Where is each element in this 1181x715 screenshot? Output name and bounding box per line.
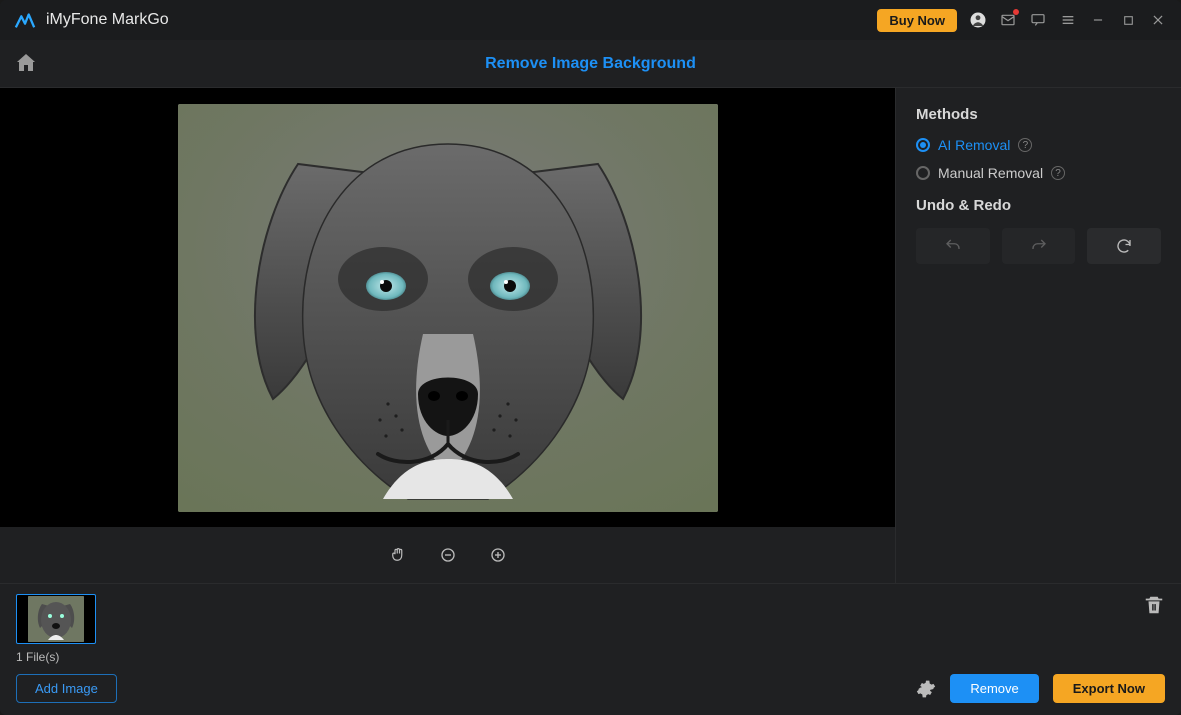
add-image-button[interactable]: Add Image [16,674,117,703]
mail-icon[interactable] [999,11,1017,29]
method-ai-removal[interactable]: AI Removal ? [916,137,1161,153]
header: Remove Image Background [0,40,1181,88]
home-icon[interactable] [14,51,40,77]
page-title: Remove Image Background [485,55,696,73]
minimize-icon[interactable] [1089,11,1107,29]
canvas-panel [0,88,896,583]
image-preview [178,104,718,512]
close-icon[interactable] [1149,11,1167,29]
titlebar: iMyFone MarkGo Buy Now [0,0,1181,40]
account-icon[interactable] [969,11,987,29]
pan-hand-icon[interactable] [388,545,408,565]
method-manual-removal[interactable]: Manual Removal ? [916,165,1161,181]
radio-unselected-icon [916,166,930,180]
delete-icon[interactable] [1143,594,1165,616]
redo-button[interactable] [1002,228,1076,264]
feedback-icon[interactable] [1029,11,1047,29]
undo-redo-heading: Undo & Redo [916,197,1161,214]
viewer-tools [0,527,895,583]
zoom-in-icon[interactable] [488,545,508,565]
sidebar: Methods AI Removal ? Manual Removal ? Un… [896,88,1181,583]
zoom-out-icon[interactable] [438,545,458,565]
remove-button[interactable]: Remove [950,674,1038,703]
menu-icon[interactable] [1059,11,1077,29]
reset-button[interactable] [1087,228,1161,264]
settings-icon[interactable] [916,679,936,699]
thumbnail-item[interactable] [16,594,96,644]
app-logo-icon [14,9,36,31]
maximize-icon[interactable] [1119,11,1137,29]
help-icon[interactable]: ? [1018,138,1032,152]
method-label: AI Removal [938,137,1010,153]
buy-now-button[interactable]: Buy Now [877,9,957,32]
methods-heading: Methods [916,106,1161,123]
file-count: 1 File(s) [16,650,1165,664]
export-now-button[interactable]: Export Now [1053,674,1165,703]
help-icon[interactable]: ? [1051,166,1065,180]
method-label: Manual Removal [938,165,1043,181]
radio-selected-icon [916,138,930,152]
canvas-viewport[interactable] [0,88,895,527]
thumbnail-strip [16,594,1165,644]
app-title: iMyFone MarkGo [46,11,169,29]
undo-button[interactable] [916,228,990,264]
footer: 1 File(s) Add Image Remove Export Now [0,583,1181,715]
